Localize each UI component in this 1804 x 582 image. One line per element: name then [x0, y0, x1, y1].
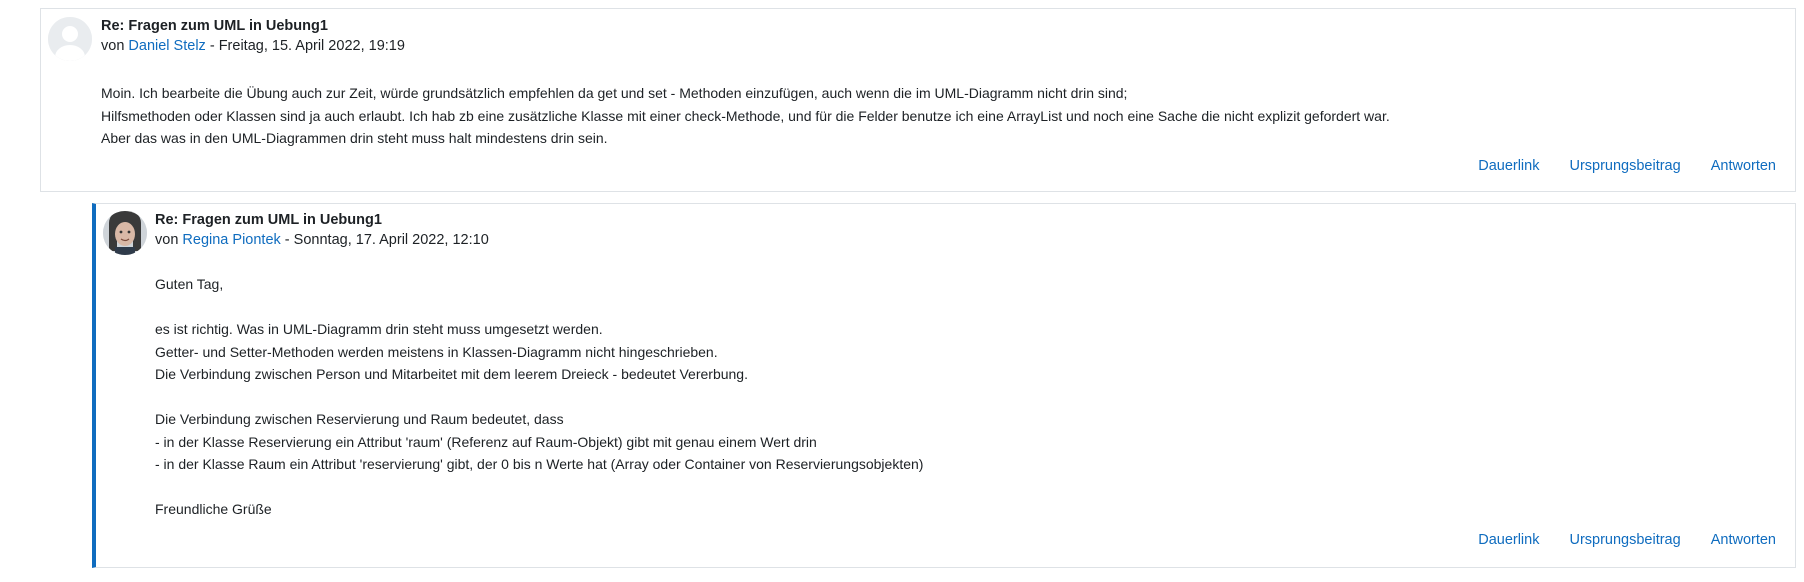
permalink-link[interactable]: Dauerlink	[1478, 532, 1539, 548]
parent-post-link[interactable]: Ursprungsbeitrag	[1569, 532, 1680, 548]
post-date: Sonntag, 17. April 2022, 12:10	[293, 232, 489, 248]
content-line: Guten Tag,	[155, 276, 224, 292]
post-subject: Re: Fragen zum UML in Uebung1	[155, 212, 382, 228]
permalink-link[interactable]: Dauerlink	[1478, 158, 1539, 174]
post-actions: Dauerlink Ursprungsbeitrag Antworten	[1478, 158, 1776, 174]
post-byline: von Daniel Stelz - Freitag, 15. April 20…	[101, 36, 405, 56]
post-header: Re: Fragen zum UML in Uebung1 von Daniel…	[101, 16, 405, 56]
user-photo-avatar-icon[interactable]	[103, 211, 147, 255]
forum-post: Re: Fragen zum UML in Uebung1 von Daniel…	[40, 8, 1796, 192]
post-byline: von Regina Piontek - Sonntag, 17. April …	[155, 230, 489, 250]
content-line: Hilfsmethoden oder Klassen sind ja auch …	[101, 107, 1390, 124]
forum-post-reply: Re: Fragen zum UML in Uebung1 von Regina…	[92, 203, 1796, 568]
default-avatar-icon[interactable]	[48, 17, 92, 61]
author-link[interactable]: Daniel Stelz	[128, 38, 205, 54]
content-line: - in der Klasse Raum ein Attribut 'reser…	[155, 456, 924, 472]
content-line: Aber das was in den UML-Diagrammen drin …	[101, 130, 608, 146]
reply-link[interactable]: Antworten	[1711, 158, 1776, 174]
by-prefix: von	[155, 232, 179, 248]
post-header: Re: Fragen zum UML in Uebung1 von Regina…	[155, 210, 489, 250]
post-content: Moin. Ich bearbeite die Übung auch zur Z…	[101, 82, 1390, 150]
author-link[interactable]: Regina Piontek	[182, 232, 280, 248]
content-line: - in der Klasse Reservierung ein Attribu…	[155, 433, 817, 450]
content-line: es ist richtig. Was in UML-Diagramm drin…	[155, 321, 603, 337]
content-line: Die Verbindung zwischen Person und Mitar…	[155, 366, 748, 382]
parent-post-link[interactable]: Ursprungsbeitrag	[1569, 158, 1680, 174]
by-prefix: von	[101, 38, 125, 54]
reply-link[interactable]: Antworten	[1711, 532, 1776, 548]
post-actions: Dauerlink Ursprungsbeitrag Antworten	[1478, 532, 1776, 548]
date-separator: -	[209, 38, 215, 54]
content-line: Getter- und Setter-Methoden werden meist…	[155, 343, 718, 360]
post-content: Guten Tag, es ist richtig. Was in UML-Di…	[155, 273, 923, 521]
content-line: Freundliche Grüße	[155, 501, 272, 517]
content-line: Moin. Ich bearbeite die Übung auch zur Z…	[101, 85, 1128, 101]
content-line: Die Verbindung zwischen Reservierung und…	[155, 411, 564, 427]
date-separator: -	[284, 232, 290, 248]
post-subject: Re: Fragen zum UML in Uebung1	[101, 18, 328, 34]
post-date: Freitag, 15. April 2022, 19:19	[218, 38, 405, 54]
